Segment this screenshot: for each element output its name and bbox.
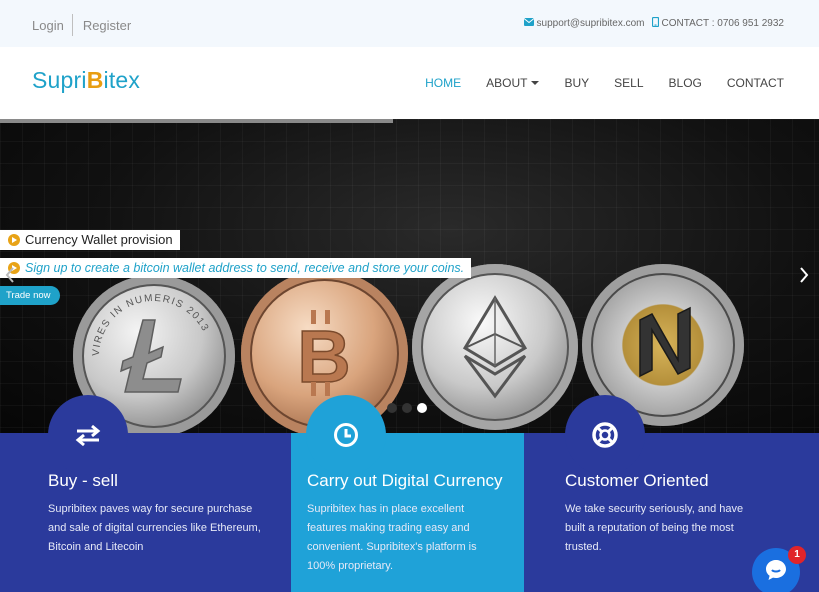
chevron-left-icon[interactable] (4, 266, 16, 284)
mobile-phone-icon (651, 16, 659, 30)
slide-progress-bar (0, 119, 819, 123)
feature-title: Buy - sell (48, 471, 118, 490)
login-link[interactable]: Login (32, 18, 64, 33)
ethereum-coin-image (412, 264, 578, 430)
logo-text-suffix: itex (103, 67, 141, 93)
contact-info: support@supribitex.com CONTACT : 0706 95… (523, 16, 784, 30)
nav-about-label: ABOUT (486, 76, 528, 90)
bitcoin-logo-mark: B (86, 67, 104, 93)
feature-text: Supribitex has in place excellent featur… (307, 503, 477, 572)
contact-phone: CONTACT : 0706 951 2932 (661, 18, 784, 29)
exchange-icon (48, 395, 128, 475)
nav-about[interactable]: ABOUT (486, 76, 540, 90)
logo-text-prefix: Supri (32, 67, 87, 93)
lifebuoy-icon (565, 395, 645, 475)
slide-title: Currency Wallet provision (0, 230, 180, 250)
trade-now-button[interactable]: Trade now (0, 286, 60, 305)
slider-dots (387, 403, 432, 413)
feature-digital-currency: Carry out Digital Currency Supribitex ha… (291, 395, 524, 592)
envelope-icon (523, 18, 534, 29)
nav-home[interactable]: HOME (425, 76, 461, 90)
clock-icon (306, 395, 386, 475)
nav-blog[interactable]: BLOG (669, 76, 702, 90)
site-logo[interactable]: SupriBitex (32, 67, 140, 94)
register-link[interactable]: Register (83, 18, 131, 33)
auth-links: Login Register (32, 14, 131, 36)
notification-badge: 1 (788, 546, 806, 564)
arrow-circle-icon (8, 234, 20, 246)
support-email[interactable]: support@supribitex.com (537, 18, 645, 29)
main-navbar: SupriBitex HOME ABOUT BUY SELL BLOG CONT… (0, 47, 819, 119)
auth-divider (71, 14, 73, 36)
slider-dot[interactable] (402, 403, 412, 413)
features-section: Buy - sell Supribitex paves way for secu… (0, 395, 819, 592)
slide-caption: Sign up to create a bitcoin wallet addre… (0, 258, 472, 278)
feature-text: We take security seriously, and have bui… (565, 503, 744, 553)
hero-slider: VIRES IN NUMERIS 2013 B Currency Wallet … (0, 119, 819, 433)
feature-buy-sell: Buy - sell Supribitex paves way for secu… (0, 395, 291, 592)
feature-text: Supribitex paves way for secure purchase… (48, 503, 261, 553)
slider-dot-active[interactable] (417, 403, 427, 413)
chat-bubble-icon (764, 558, 788, 587)
chevron-right-icon[interactable] (798, 266, 810, 284)
caret-down-icon (531, 81, 540, 85)
slider-dot[interactable] (387, 403, 397, 413)
svg-text:B: B (297, 315, 350, 398)
nav-buy[interactable]: BUY (564, 76, 589, 90)
nav-menu: HOME ABOUT BUY SELL BLOG CONTACT (400, 76, 784, 90)
nav-contact[interactable]: CONTACT (727, 76, 784, 90)
feature-title: Customer Oriented (565, 471, 709, 490)
chat-widget-button[interactable]: 1 (752, 546, 806, 592)
slide-title-text: Currency Wallet provision (25, 232, 173, 247)
nav-sell[interactable]: SELL (614, 76, 643, 90)
slide-caption-text: Sign up to create a bitcoin wallet addre… (25, 261, 465, 275)
top-bar: Login Register support@supribitex.com CO… (0, 0, 819, 47)
slide-progress-fill (0, 119, 394, 123)
feature-title: Carry out Digital Currency (307, 471, 503, 490)
